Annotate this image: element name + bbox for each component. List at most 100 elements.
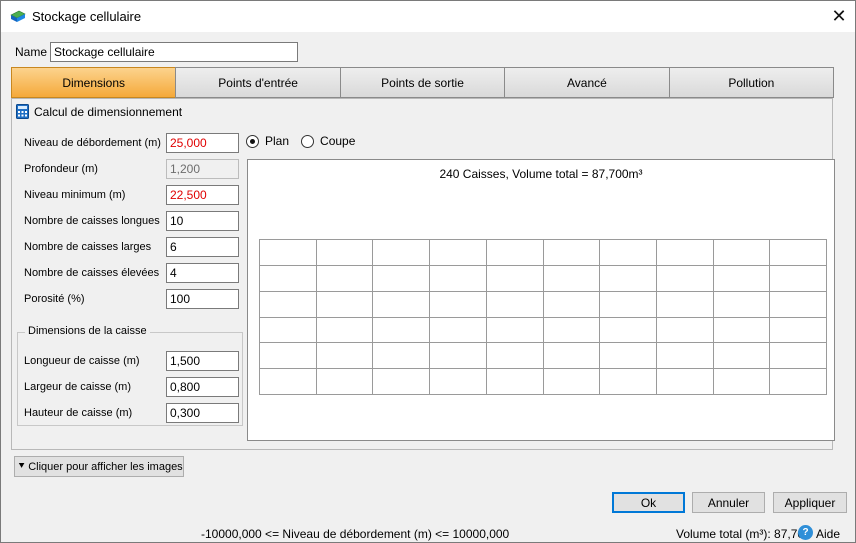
depth-input	[166, 159, 239, 179]
box-length-input[interactable]	[166, 351, 239, 371]
box-width-label: Largeur de caisse (m)	[24, 381, 131, 393]
grid-cell	[316, 265, 374, 292]
canvas-caption: 240 Caisses, Volume total = 87,700m³	[439, 167, 643, 181]
boxes-high-input[interactable]	[166, 263, 239, 283]
tab-points-sortie[interactable]: Points de sortie	[339, 67, 506, 98]
grid-cell	[543, 291, 601, 318]
grid-cell	[543, 265, 601, 292]
grid-cell	[430, 291, 487, 318]
boxes-wide-label: Nombre de caisses larges	[24, 241, 152, 253]
grid-cell	[656, 369, 714, 395]
close-button[interactable]: ✕	[823, 1, 855, 32]
grid-cell	[770, 291, 827, 318]
minimum-level-input[interactable]	[166, 185, 239, 205]
grid-cell	[486, 343, 544, 370]
grid-cell	[600, 240, 657, 266]
dimensions-panel: Calcul de dimensionnement Niveau de débo…	[11, 98, 835, 450]
name-input[interactable]	[50, 42, 298, 62]
grid-cell	[260, 265, 317, 292]
boxes-high-label: Nombre de caisses élevées	[24, 267, 160, 279]
grid-cell	[316, 369, 374, 395]
grid-cell	[430, 343, 487, 370]
view-mode-radios: Plan Coupe	[246, 134, 367, 148]
grid-cell	[373, 343, 431, 370]
boxes-wide-input[interactable]	[166, 237, 239, 257]
box-dimensions-title: Dimensions de la caisse	[25, 325, 150, 337]
grid-cell	[713, 343, 771, 370]
grid-cell	[316, 240, 374, 266]
grid-cell	[770, 240, 827, 266]
grid-cell	[713, 291, 771, 318]
tab-avance[interactable]: Avancé	[504, 67, 670, 98]
coupe-radio[interactable]	[301, 134, 315, 148]
grid-cell	[656, 265, 714, 292]
grid-cell	[770, 369, 827, 395]
grid-cell	[656, 343, 714, 370]
boxes-long-input[interactable]	[166, 211, 239, 231]
grid-cell	[600, 369, 657, 395]
grid-cell	[543, 240, 601, 266]
overflow-level-input[interactable]	[166, 133, 239, 153]
apply-button[interactable]: Appliquer	[773, 492, 847, 513]
minimum-level-label: Niveau minimum (m)	[24, 189, 126, 201]
grid-cell	[373, 265, 431, 292]
box-width-input[interactable]	[166, 377, 239, 397]
grid-cell	[543, 369, 601, 395]
grid-cell	[260, 240, 317, 266]
grid-cell	[770, 265, 827, 292]
tab-pollution[interactable]: Pollution	[668, 67, 835, 98]
dialog-window: Stockage cellulaire ✕ Name Dimensions Po…	[0, 0, 856, 543]
grid-cell	[600, 291, 657, 318]
grid-cell	[260, 369, 317, 395]
depth-label: Profondeur (m)	[24, 163, 98, 175]
grid-cell	[770, 343, 827, 370]
box-grid	[259, 239, 827, 395]
grid-cell	[373, 240, 431, 266]
grid-cell	[260, 317, 317, 344]
close-icon: ✕	[831, 6, 847, 26]
grid-cell	[600, 265, 657, 292]
grid-cell	[373, 291, 431, 318]
grid-cell	[600, 317, 657, 344]
grid-cell	[316, 317, 374, 344]
help-link[interactable]: Aide	[816, 527, 840, 541]
grid-cell	[713, 265, 771, 292]
section-header: Calcul de dimensionnement	[16, 104, 182, 119]
tab-points-entree[interactable]: Points d'entrée	[175, 67, 341, 98]
plan-radio[interactable]	[246, 134, 259, 148]
porosity-label: Porosité (%)	[24, 293, 85, 305]
grid-cell	[373, 317, 431, 344]
grid-cell	[543, 343, 601, 370]
grid-cell	[260, 291, 317, 318]
title-bar: Stockage cellulaire ✕	[1, 1, 855, 32]
boxes-long-label: Nombre de caisses longues	[24, 215, 160, 227]
grid-cell	[486, 291, 544, 318]
grid-cell	[486, 317, 544, 344]
porosity-input[interactable]	[166, 289, 239, 309]
grid-cell	[486, 265, 544, 292]
grid-cell	[600, 343, 657, 370]
tab-dimensions[interactable]: Dimensions	[11, 67, 177, 98]
storage-app-icon	[10, 10, 26, 22]
overflow-level-label: Niveau de débordement (m)	[24, 137, 161, 149]
box-height-input[interactable]	[166, 403, 239, 423]
help-icon[interactable]: ?	[798, 525, 813, 540]
grid-cell	[713, 369, 771, 395]
plan-radio-label[interactable]: Plan	[265, 134, 289, 148]
box-height-label: Hauteur de caisse (m)	[24, 407, 133, 419]
grid-cell	[260, 343, 317, 370]
show-images-button[interactable]: ⯆ Cliquer pour afficher les images	[14, 456, 184, 477]
calculator-icon	[16, 104, 29, 119]
grid-cell	[656, 291, 714, 318]
total-volume-status: Volume total (m³): 87,700	[676, 527, 811, 541]
grid-cell	[713, 317, 771, 344]
plan-view-canvas: 240 Caisses, Volume total = 87,700m³	[247, 159, 835, 441]
coupe-radio-label[interactable]: Coupe	[320, 134, 355, 148]
tab-bar: Dimensions Points d'entrée Points de sor…	[11, 67, 835, 98]
grid-cell	[486, 240, 544, 266]
show-images-label: Cliquer pour afficher les images	[28, 460, 183, 473]
cancel-button[interactable]: Annuler	[692, 492, 765, 513]
ok-button[interactable]: Ok	[612, 492, 685, 513]
grid-cell	[713, 240, 771, 266]
grid-cell	[316, 291, 374, 318]
